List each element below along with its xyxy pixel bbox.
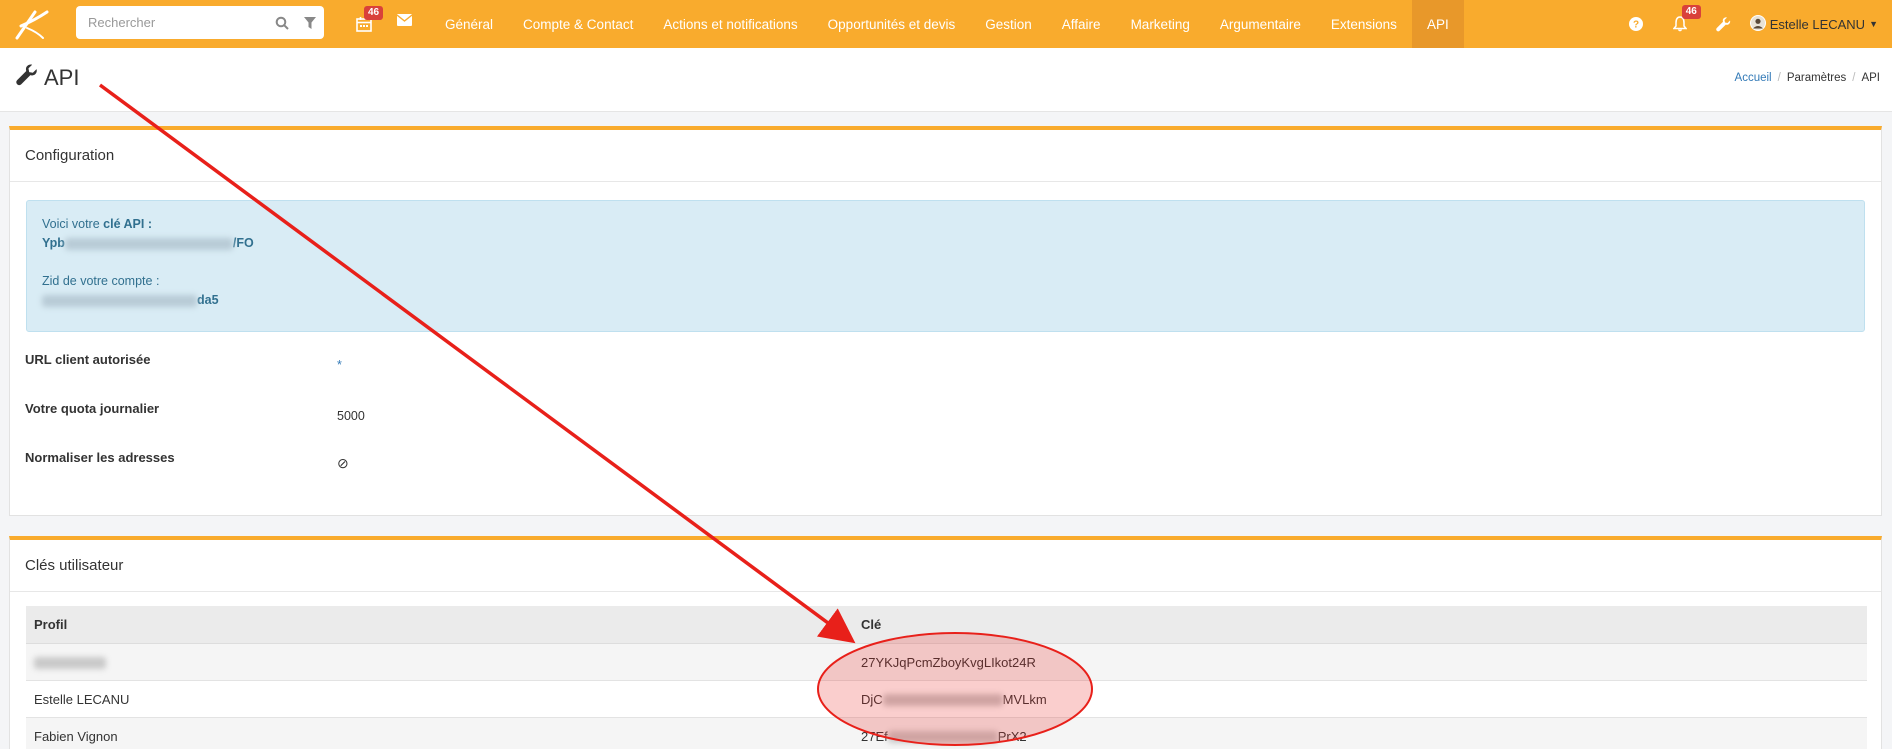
table-row[interactable]: Fabien Vignon 27Ef PrX2 bbox=[26, 718, 1867, 749]
app-logo[interactable] bbox=[0, 0, 62, 48]
menu-item[interactable]: Général bbox=[430, 0, 508, 48]
svg-text:?: ? bbox=[1633, 20, 1639, 31]
menu-item[interactable]: Compte & Contact bbox=[508, 0, 648, 48]
column-header-key[interactable]: Clé bbox=[861, 617, 1867, 632]
breadcrumb: Accueil / Paramètres / API bbox=[1735, 72, 1880, 84]
notifications-badge: 46 bbox=[1681, 5, 1701, 19]
breadcrumb-home[interactable]: Accueil bbox=[1735, 72, 1772, 84]
key-cell: DjC MVLkm bbox=[861, 691, 1047, 707]
breadcrumb-current: API bbox=[1861, 72, 1880, 84]
mail-icon[interactable] bbox=[396, 14, 413, 29]
user-keys-title: Clés utilisateur bbox=[10, 540, 1881, 592]
search-icon[interactable] bbox=[268, 16, 296, 30]
api-key-label: clé API : bbox=[103, 217, 152, 231]
avatar bbox=[1749, 14, 1766, 34]
zid-label: Zid de votre compte : bbox=[42, 274, 160, 288]
api-key-intro: Voici votre bbox=[42, 217, 104, 231]
table-header: Profil Clé bbox=[26, 606, 1867, 644]
table-row[interactable]: Estelle LECANU DjC MVLkm bbox=[26, 681, 1867, 718]
page-header: API Accueil / Paramètres / API bbox=[0, 48, 1892, 112]
key-cell: 27Ef PrX2 bbox=[861, 728, 1027, 744]
menu-item[interactable]: Affaire bbox=[1047, 0, 1116, 48]
daily-quota-value: 5000 bbox=[337, 409, 365, 423]
authorized-url-label: URL client autorisée bbox=[25, 352, 151, 367]
help-icon[interactable]: ? bbox=[1614, 0, 1658, 48]
user-keys-panel: Clés utilisateur Profil Clé 27YKJqPcmZbo… bbox=[9, 536, 1882, 749]
search-input[interactable]: Rechercher bbox=[76, 6, 324, 39]
zid-value: da5 bbox=[42, 293, 1849, 312]
table-row[interactable]: 27YKJqPcmZboyKvgLIkot24R bbox=[26, 644, 1867, 681]
normalize-address-label: Normaliser les adresses bbox=[25, 450, 175, 465]
normalize-address-value: ⊘ bbox=[337, 455, 349, 471]
profile-cell: Fabien Vignon bbox=[34, 728, 118, 744]
column-header-profile[interactable]: Profil bbox=[26, 617, 861, 632]
user-menu[interactable]: Estelle LECANU ▼ bbox=[1746, 14, 1892, 34]
menu-item[interactable]: Marketing bbox=[1116, 0, 1205, 48]
page-title: API bbox=[44, 65, 80, 90]
menu-item[interactable]: Actions et notifications bbox=[648, 0, 812, 48]
menu-item[interactable]: API bbox=[1411, 0, 1464, 48]
menu-item[interactable]: Opportunités et devis bbox=[813, 0, 971, 48]
calendar-icon[interactable]: 46 bbox=[350, 6, 384, 38]
key-cell: 27YKJqPcmZboyKvgLIkot24R bbox=[861, 654, 1036, 670]
user-keys-table: Profil Clé 27YKJqPcmZboyKvgLIkot24R Este… bbox=[26, 606, 1867, 749]
breadcrumb-separator: / bbox=[1777, 72, 1781, 84]
main-menu: Général Compte & Contact Actions et notifi… bbox=[430, 0, 1464, 48]
daily-quota-label: Votre quota journalier bbox=[25, 401, 160, 416]
menu-item[interactable]: Argumentaire bbox=[1205, 0, 1316, 48]
menu-item[interactable]: Gestion bbox=[970, 0, 1047, 48]
api-key-value: Ypb/FO bbox=[42, 236, 254, 250]
bell-icon[interactable]: 46 bbox=[1658, 0, 1702, 48]
configuration-panel: Configuration Voici votre clé API : Ypb /… bbox=[9, 126, 1882, 516]
navbar-right: ? 46 Estelle LECANU ▼ bbox=[1614, 0, 1892, 48]
filter-icon[interactable] bbox=[296, 16, 324, 29]
authorized-url-value: * bbox=[337, 358, 342, 372]
wrench-title-icon bbox=[16, 64, 38, 92]
chevron-down-icon: ▼ bbox=[1869, 19, 1878, 29]
profile-cell bbox=[26, 655, 861, 670]
configuration-title: Configuration bbox=[10, 130, 1881, 182]
breadcrumb-separator: / bbox=[1852, 72, 1856, 84]
search-placeholder: Rechercher bbox=[88, 15, 156, 30]
menu-item[interactable]: Extensions bbox=[1316, 0, 1412, 48]
profile-cell: Estelle LECANU bbox=[34, 691, 130, 707]
wrench-icon[interactable] bbox=[1702, 0, 1746, 48]
user-name: Estelle LECANU bbox=[1769, 16, 1866, 32]
api-key-alert: Voici votre clé API : Ypb/FO Zid de votr… bbox=[26, 200, 1865, 332]
calendar-badge: 46 bbox=[364, 6, 384, 20]
breadcrumb-settings[interactable]: Paramètres bbox=[1787, 72, 1846, 84]
